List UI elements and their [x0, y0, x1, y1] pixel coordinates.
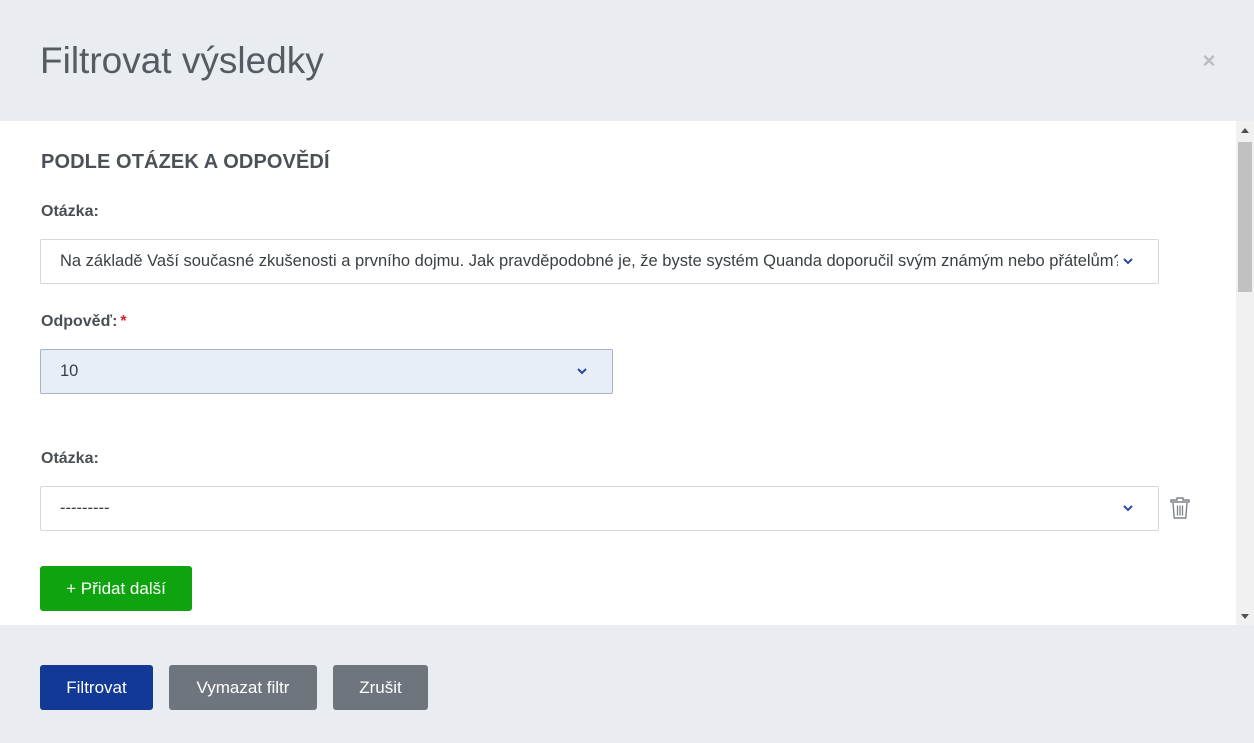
question-select-value: Na základě Vaší současné zkušenosti a pr… — [60, 252, 1118, 270]
scrollbar[interactable] — [1236, 121, 1254, 625]
question-label: Otázka: — [41, 203, 99, 220]
question-select-2-value: --------- — [60, 499, 110, 517]
question-select-2[interactable]: --------- — [40, 486, 1159, 531]
question-label-2: Otázka: — [41, 450, 99, 467]
answer-label: Odpověď: * — [41, 313, 127, 331]
modal-title: Filtrovat výsledky — [40, 40, 324, 81]
trash-icon[interactable] — [1170, 496, 1190, 520]
question-select[interactable]: Na základě Vaší současné zkušenosti a pr… — [40, 239, 1159, 284]
filter-button[interactable]: Filtrovat — [40, 665, 153, 710]
answer-select-value: 10 — [60, 362, 79, 380]
modal-header: Filtrovat výsledky × — [0, 0, 1254, 121]
add-more-button[interactable]: + Přidat další — [40, 566, 192, 611]
scroll-up-icon[interactable] — [1236, 121, 1254, 138]
clear-filter-button[interactable]: Vymazat filtr — [169, 665, 317, 710]
scroll-down-icon[interactable] — [1236, 608, 1254, 625]
modal-footer: Filtrovat Vymazat filtr Zrušit — [0, 625, 1254, 743]
required-mark: * — [120, 313, 127, 330]
scroll-thumb[interactable] — [1238, 142, 1252, 292]
answer-label-text: Odpověď: — [41, 313, 118, 330]
close-icon[interactable]: × — [1198, 50, 1220, 72]
modal-body: PODLE OTÁZEK A ODPOVĚDÍ Otázka: Na zákla… — [0, 121, 1236, 625]
chevron-down-icon — [1123, 258, 1133, 265]
cancel-button[interactable]: Zrušit — [333, 665, 428, 710]
chevron-down-icon — [577, 368, 587, 375]
section-title: PODLE OTÁZEK A ODPOVĚDÍ — [41, 151, 330, 173]
answer-select[interactable]: 10 — [40, 349, 613, 394]
chevron-down-icon — [1123, 505, 1133, 512]
